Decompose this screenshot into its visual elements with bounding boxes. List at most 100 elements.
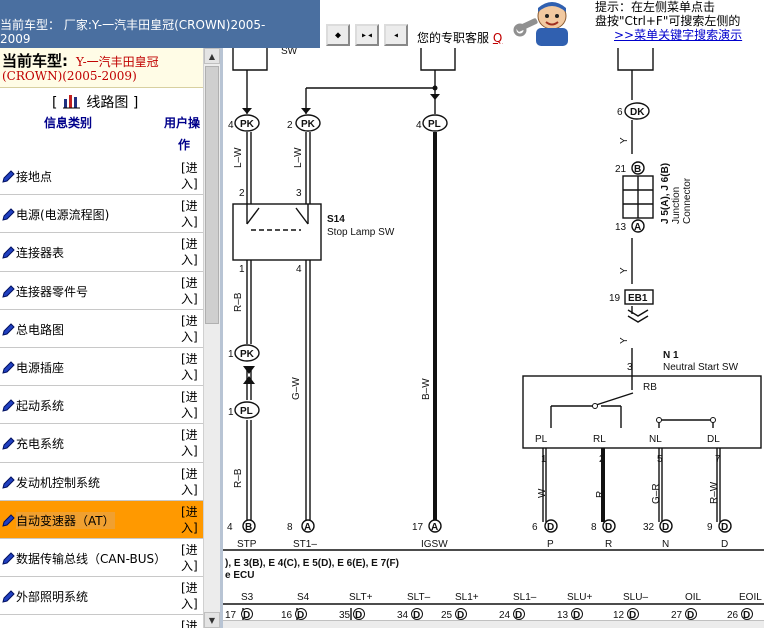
column-header-user-2: 作 [178,138,191,152]
top-fragment-label: SW [281,48,298,57]
left-scrollbar[interactable]: ▲ ▼ [203,48,220,628]
column-header-user-1: 用户操 [164,116,201,130]
ecu-pin-name: S3 [241,592,254,603]
layout-buttons: ◆ ▸◂ ◂ [326,24,408,46]
s14-pin-1: 1 [239,264,245,275]
ecu-pin-name: OIL [685,592,702,603]
menu-item-automatic-transmission[interactable]: 自动变速器（AT） [进 入] [0,500,203,539]
menu-item-starting-system[interactable]: 起动系统 [进 入] [0,386,203,425]
menu-item-connector-part-no[interactable]: 连接器零件号 [进 入] [0,272,203,310]
enter-button[interactable]: [进 入] [181,236,203,268]
pencil-bullet-icon [2,590,15,603]
pencil-bullet-icon [2,475,15,489]
enter-button[interactable]: [进 入] [181,275,203,307]
wire-label-bw: B–W [421,378,432,400]
wire-label-rb-1: R–B [233,292,244,312]
menu-item-label: 外部照明系统 [16,590,89,605]
top-pin-dk-6: 6 DK [617,102,650,120]
svg-text:B: B [634,164,641,175]
menu-item-label: 起动系统 [16,399,65,414]
svg-text:Junction: Junction [671,187,682,224]
ecu-pin-st1: 8 A ST1– [287,519,317,550]
top-pin-pk-4: 4 PK [228,114,260,132]
svg-text:5: 5 [657,454,663,465]
enter-button[interactable]: [进 入] [181,351,203,383]
enter-button[interactable]: [进 入] [181,427,203,459]
svg-text:N 1: N 1 [663,350,679,361]
menu-item-overall-wiring[interactable]: 总电路图 [进 入] [0,310,203,348]
svg-text:2: 2 [599,454,605,465]
ecu-pin-d: 9 D D [707,519,732,550]
connector-eb1: 19 EB1 [609,289,654,305]
svg-text:Connector: Connector [682,177,693,224]
svg-text:EB1: EB1 [628,293,648,304]
enter-button[interactable]: [进 入] [181,466,203,498]
scroll-thumb[interactable] [205,66,219,324]
svg-text:4: 4 [227,522,233,533]
enter-button[interactable]: [进 入] [181,198,203,230]
top-pin-pk-2: 2 PK [287,114,321,132]
wire-label-w: W [537,488,548,498]
menu-item-next[interactable]: ···[进 [0,615,203,628]
svg-text:21: 21 [615,164,627,175]
pencil-bullet-icon [2,170,15,183]
pencil-bullet-icon [2,208,15,221]
enter-button[interactable]: [进 入] [181,542,203,574]
menu-item-label: 连接器零件号 [16,284,89,299]
svg-text:B: B [245,522,252,533]
svg-text:PL: PL [428,119,441,130]
banner-line-2: 2009 [0,32,31,46]
service-link[interactable]: Q [493,31,502,45]
scroll-up-icon[interactable]: ▲ [204,48,220,64]
s14-pin-2: 2 [239,188,245,199]
menu-item-ground-point[interactable]: 接地点 [进 入] [0,157,203,196]
svg-text:6: 6 [617,107,623,118]
svg-text:D: D [721,522,728,533]
svg-text:1: 1 [541,454,547,465]
hint-demo-link[interactable]: >>菜单关键字搜索演示 [595,28,764,42]
hint-line-2: 盘按"Ctrl+F"可搜索左侧的 [595,14,741,28]
enter-button[interactable]: [进 [181,618,203,628]
left-menu-panel: 当前车型: Y-一汽丰田皇冠 (CROWN)(2005-2009) [ 线路图 … [0,48,203,628]
enter-button[interactable]: [进 入] [181,160,203,192]
menu-item-connector-table[interactable]: 连接器表 [进 入] [0,233,203,272]
svg-text:17: 17 [412,522,424,533]
wire-label-y-1: Y [619,137,630,144]
enter-button[interactable]: [进 入] [181,389,203,421]
svg-text:ST1–: ST1– [293,539,317,550]
svg-text:A: A [431,522,438,533]
enter-button[interactable]: [进 入] [181,313,203,345]
enter-button[interactable]: [进 入] [181,580,203,612]
layout-button-1[interactable]: ◆ [326,24,350,46]
wire-label-r: R [595,491,606,498]
svg-text:PK: PK [301,119,316,130]
menu-item-power-outlet[interactable]: 电源插座 [进 入] [0,348,203,387]
menu-item-can-bus[interactable]: 数据传输总线（CAN-BUS） [进 入] [0,539,203,578]
menu-item-exterior-lighting[interactable]: 外部照明系统 [进 入] [0,577,203,616]
menu-item-label: 连接器表 [16,246,65,261]
layout-button-3[interactable]: ◂ [384,24,408,46]
enter-button[interactable]: [进 入] [181,504,203,536]
customer-service: 您的专职客服 Q [417,29,502,46]
svg-text:8: 8 [287,522,293,533]
menu-item-engine-control[interactable]: 发动机控制系统 [进 入] [0,463,203,501]
wire-label-lw-2: L–W [293,147,304,168]
ecu-pin-name: SLT+ [349,592,373,603]
menu-item-label: 数据传输总线（CAN-BUS） [16,551,167,566]
ecu-connector-list: ), E 3(B), E 4(C), E 5(D), E 6(E), E 7(F… [225,558,399,569]
section-bracket-open: [ [52,95,58,111]
diagram-horizontal-scrollbar[interactable] [223,620,764,628]
menu-item-charging-system[interactable]: 充电系统 [进 入] [0,424,203,463]
svg-text:PL: PL [240,406,253,417]
ecu-pin-name: SLU+ [567,592,592,603]
pin-pk-1: 1 PK [228,344,260,362]
svg-text:4: 4 [416,120,422,131]
ecu-pin-name: SLU– [623,592,648,603]
mechanic-icon [513,2,568,46]
svg-text:J 5(A), J 6(B): J 5(A), J 6(B) [660,163,671,224]
scroll-down-icon[interactable]: ▼ [204,612,220,628]
ecu-pin-igsw: 17 A IGSW [412,519,448,550]
layout-button-2[interactable]: ▸◂ [355,24,379,46]
model-value-2: (CROWN)(2005-2009) [2,69,137,83]
menu-item-power-flow[interactable]: 电源(电源流程图) [进 入] [0,195,203,234]
